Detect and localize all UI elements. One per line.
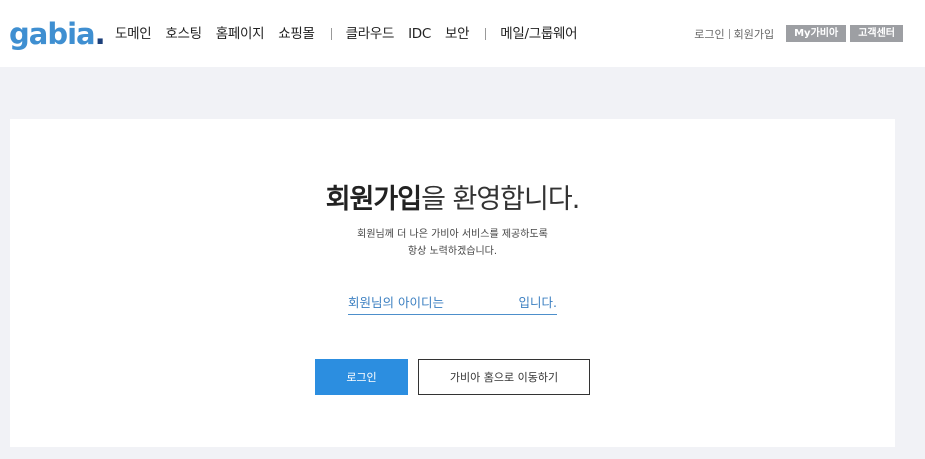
go-home-button[interactable]: 가비아 홈으로 이동하기 (418, 359, 590, 395)
title-rest: 을 환영합니다. (421, 184, 580, 215)
desc-line-2: 항상 노력하겠습니다. (407, 246, 498, 257)
signup-complete-card: 회원가입을 환영합니다. 회원님께 더 나은 가비아 서비스를 제공하도록 항상… (10, 119, 895, 447)
nav-domain[interactable]: 도메인 (115, 24, 152, 44)
util-divider (728, 28, 730, 39)
welcome-description: 회원님께 더 나은 가비아 서비스를 제공하도록 항상 노력하겠습니다. (10, 226, 895, 260)
login-link[interactable]: 로그인 (694, 26, 724, 42)
user-id-notice: 회원님의 아이디는 입니다. (348, 292, 557, 315)
nav-mail-groupware[interactable]: 메일/그룹웨어 (500, 24, 577, 44)
page-title: 회원가입을 환영합니다. (10, 177, 895, 216)
nav-idc[interactable]: IDC (408, 24, 431, 44)
site-header: gabia. 도메인 호스팅 홈페이지 쇼핑몰 클라우드 IDC 보안 메일/그… (0, 0, 925, 67)
id-prefix: 회원님의 아이디는 (348, 295, 444, 310)
customer-center-button[interactable]: 고객센터 (850, 25, 903, 42)
gabia-logo[interactable]: gabia. (9, 17, 106, 51)
nav-divider (485, 28, 487, 40)
nav-cloud[interactable]: 클라우드 (346, 24, 395, 44)
login-button[interactable]: 로그인 (315, 359, 408, 395)
logo-dot: . (94, 17, 106, 51)
utility-menu: 로그인 회원가입 My가비아 고객센터 (694, 25, 903, 42)
my-gabia-button[interactable]: My가비아 (786, 25, 847, 42)
logo-text: gabia (9, 17, 96, 51)
signup-link[interactable]: 회원가입 (734, 26, 774, 42)
nav-divider (330, 28, 332, 40)
nav-security[interactable]: 보안 (445, 24, 470, 44)
id-suffix: 입니다. (518, 295, 557, 310)
title-strong: 회원가입 (325, 184, 422, 215)
main-nav: 도메인 호스팅 홈페이지 쇼핑몰 클라우드 IDC 보안 메일/그룹웨어 (115, 24, 591, 44)
nav-homepage[interactable]: 홈페이지 (216, 24, 265, 44)
nav-shoppingmall[interactable]: 쇼핑몰 (278, 24, 315, 44)
nav-hosting[interactable]: 호스팅 (165, 24, 202, 44)
desc-line-1: 회원님께 더 나은 가비아 서비스를 제공하도록 (357, 229, 548, 240)
